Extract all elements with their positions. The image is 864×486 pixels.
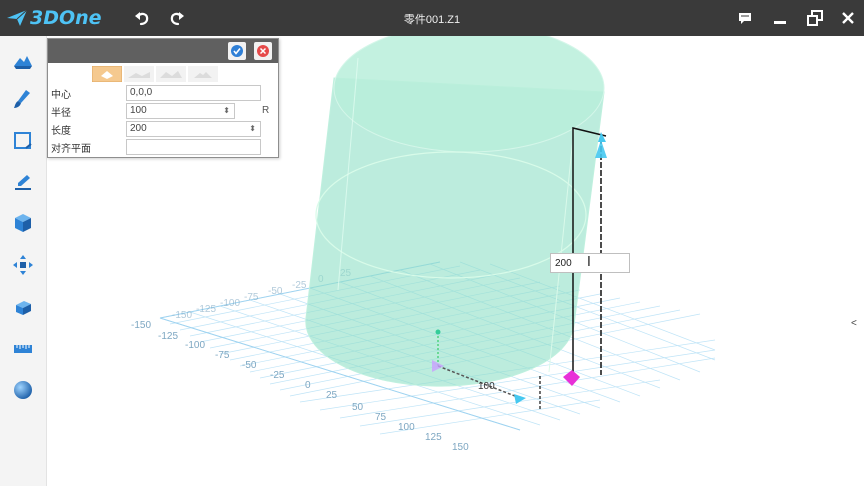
radius-spinner-icon[interactable]: ⬍	[223, 104, 230, 118]
length-value: 200	[130, 123, 147, 134]
radius-toggle-button[interactable]: R	[262, 103, 269, 119]
sphere-icon[interactable]	[12, 379, 34, 401]
mode-intersect-icon[interactable]	[188, 66, 218, 82]
tick-left-10: 100	[398, 422, 415, 433]
minimize-icon	[774, 21, 786, 24]
tick-left-1: -125	[158, 331, 178, 342]
cube-icon[interactable]	[12, 212, 34, 234]
combine-icon[interactable]	[12, 296, 34, 318]
boolean-mode-group	[92, 66, 220, 82]
restore-icon	[807, 10, 823, 26]
align-plane-field[interactable]	[126, 139, 261, 155]
tick-back-3: -75	[244, 292, 259, 303]
align-plane-row: 对齐平面	[50, 139, 278, 155]
center-field[interactable]: 0,0,0	[126, 85, 261, 101]
cylinder-panel: 中心 0,0,0 半径 100 ⬍ R 长度 200 ⬍ 对齐平面	[47, 38, 279, 158]
tick-left-0: -150	[131, 320, 151, 331]
radius-field[interactable]: 100 ⬍	[126, 103, 235, 119]
cylinder-preview[interactable]	[305, 36, 605, 387]
center-row: 中心 0,0,0	[50, 85, 278, 101]
title-bar: 3DOne 零件001.Z1	[0, 0, 864, 36]
tick-left-7: 25	[326, 390, 338, 401]
ruler-icon[interactable]	[12, 338, 34, 360]
check-icon	[231, 45, 243, 57]
tick-left-11: 125	[425, 432, 442, 443]
radius-value: 100	[130, 105, 147, 116]
length-spinner-icon[interactable]: ⬍	[249, 122, 256, 136]
tick-left-8: 50	[352, 402, 364, 413]
sketch-plane-icon[interactable]	[12, 130, 34, 152]
tick-back-0: -150	[172, 310, 192, 321]
confirm-button[interactable]	[228, 42, 246, 60]
comment-icon	[739, 13, 751, 24]
length-label: 长度	[51, 126, 71, 137]
text-cursor-icon: I	[587, 255, 591, 270]
cancel-button[interactable]	[254, 42, 272, 60]
center-label: 中心	[51, 90, 71, 101]
move-icon[interactable]	[12, 254, 34, 276]
length-row: 长度 200 ⬍	[50, 121, 278, 137]
mode-base-icon[interactable]	[92, 66, 122, 82]
radius-label-text: 半径	[51, 108, 71, 119]
restore-button[interactable]	[803, 6, 827, 30]
panel-collapse-arrow[interactable]: <	[851, 318, 857, 329]
tick-left-4: -50	[242, 360, 257, 371]
tick-back-4: -50	[268, 286, 283, 297]
pen-edit-icon[interactable]	[12, 171, 34, 193]
tick-left-12: 150	[452, 442, 469, 453]
tick-left-5: -25	[270, 370, 285, 381]
close-icon	[842, 12, 854, 24]
minimize-button[interactable]	[768, 6, 792, 30]
mode-add-icon[interactable]	[124, 66, 154, 82]
tick-left-2: -100	[185, 340, 205, 351]
tick-back-1: -125	[196, 304, 216, 315]
tick-back-2: -100	[220, 298, 240, 309]
brush-icon[interactable]	[12, 88, 34, 110]
tick-left-9: 75	[375, 412, 387, 423]
cancel-icon	[257, 45, 269, 57]
align-plane-label: 对齐平面	[51, 144, 91, 155]
comment-button[interactable]	[733, 6, 757, 30]
mode-subtract-icon[interactable]	[156, 66, 186, 82]
tick-left-6: 0	[305, 380, 311, 391]
panel-header	[48, 39, 278, 63]
radius-row: 半径 100 ⬍ R	[50, 103, 278, 119]
left-toolbar	[0, 36, 47, 486]
tick-back-5: -25	[292, 280, 307, 291]
close-button[interactable]	[836, 6, 860, 30]
radius-label: 100	[478, 381, 495, 392]
length-field[interactable]: 200 ⬍	[126, 121, 261, 137]
tick-left-3: -75	[215, 350, 230, 361]
sketch-solid-icon[interactable]	[12, 50, 34, 72]
